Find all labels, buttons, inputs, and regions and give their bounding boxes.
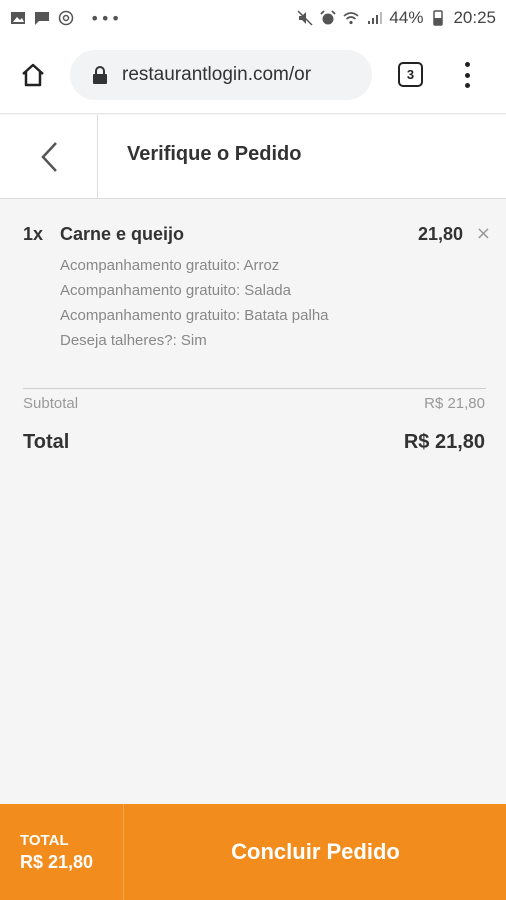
battery-percent: 44% (389, 8, 424, 27)
tab-count: 3 (406, 67, 415, 82)
menu-dot-icon (464, 72, 470, 78)
item-option: Deseja talheres?: Sim (60, 332, 207, 349)
conclude-order-button[interactable]: Concluir Pedido (125, 804, 506, 900)
checkout-bar: TOTAL R$ 21,80 Concluir Pedido (0, 804, 506, 900)
subtotal-label: Subtotal (23, 395, 79, 412)
item-name: Carne e queijo (60, 224, 185, 244)
total-row: Total R$ 21,80 (23, 431, 485, 454)
item-price: 21,80 (417, 224, 463, 244)
signal-icon (366, 10, 383, 26)
at-icon (58, 10, 74, 26)
checkout-total: TOTAL R$ 21,80 (0, 804, 124, 900)
status-right: 44% 20:25 (297, 8, 496, 28)
total-value: R$ 21,80 (403, 431, 485, 453)
wifi-icon (343, 10, 359, 26)
chevron-left-icon (40, 142, 57, 172)
mute-icon (297, 10, 313, 26)
page-header: Verifique o Pedido (0, 115, 506, 199)
message-icon (34, 10, 50, 26)
item-option: Acompanhamento gratuito: Batata palha (60, 307, 329, 324)
order-item: 1x Carne e queijo 21,80 × (23, 223, 493, 248)
item-option: Acompanhamento gratuito: Salada (60, 282, 291, 299)
item-option: Acompanhamento gratuito: Arroz (60, 257, 280, 274)
remove-item-button[interactable]: × (476, 223, 491, 244)
url-text: restaurantlogin.com/or (122, 64, 312, 85)
gallery-icon (10, 10, 26, 26)
menu-dot-icon (464, 83, 470, 88)
item-quantity: 1x (23, 224, 44, 244)
checkout-total-label: TOTAL (20, 832, 69, 849)
subtotal-row: Subtotal R$ 21,80 (23, 395, 485, 412)
total-label: Total (23, 431, 70, 453)
item-options: Acompanhamento gratuito: Arroz Acompanha… (60, 253, 329, 353)
back-button[interactable] (0, 115, 98, 199)
home-button[interactable] (16, 58, 50, 92)
battery-icon (430, 10, 446, 26)
status-time: 20:25 (453, 8, 496, 27)
subtotal-value: R$ 21,80 (424, 395, 485, 412)
divider (23, 388, 486, 389)
browser-menu-button[interactable] (455, 60, 479, 90)
menu-dot-icon (464, 62, 470, 67)
home-icon (22, 63, 44, 87)
checkout-total-value: R$ 21,80 (20, 852, 94, 872)
status-left-icons: ••• (10, 9, 121, 28)
more-dots-icon: ••• (90, 8, 122, 28)
lock-icon (93, 66, 107, 84)
browser-toolbar: restaurantlogin.com/or 3 (0, 36, 506, 114)
status-bar: ••• 44% 20:25 (0, 0, 506, 36)
page-title: Verifique o Pedido (127, 143, 302, 165)
alarm-icon (320, 10, 337, 26)
address-bar[interactable]: restaurantlogin.com/or (70, 50, 372, 100)
tab-switcher-button[interactable]: 3 (398, 62, 423, 87)
